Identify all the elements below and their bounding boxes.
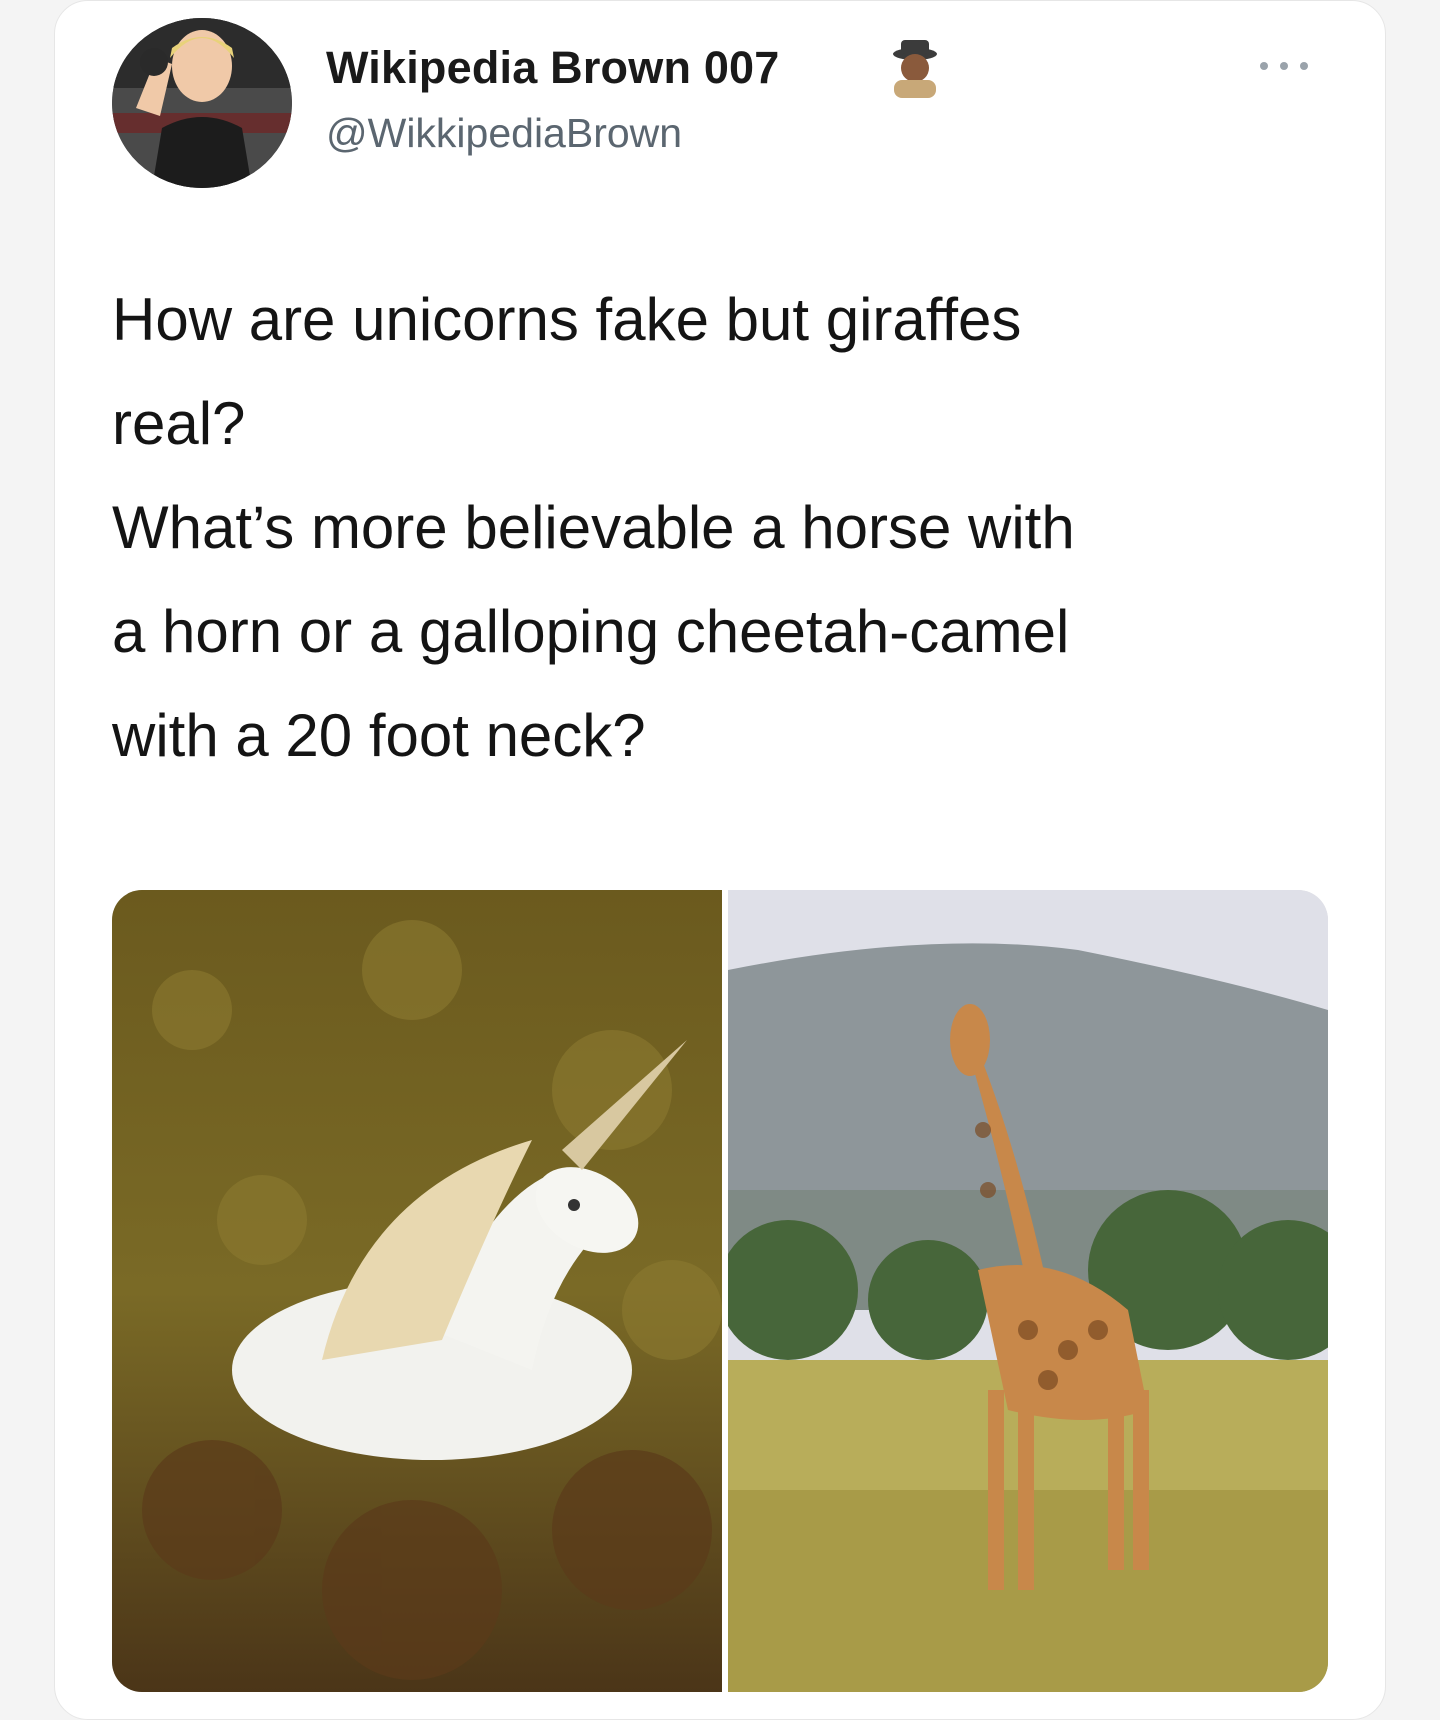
- avatar-image: [112, 18, 292, 188]
- tweet-text-line: a horn or a galloping cheetah-camel: [112, 598, 1070, 665]
- detective-emoji-icon: [886, 36, 944, 100]
- tweet-text-line: real?: [112, 390, 246, 457]
- giraffe-photo[interactable]: [728, 890, 1328, 1692]
- tweet-text-line: What’s more believable a horse with: [112, 494, 1075, 561]
- unicorn-photo[interactable]: [112, 890, 722, 1692]
- tweet-text: How are unicorns fake but giraffes real?…: [112, 268, 1332, 788]
- author-handle[interactable]: @WikkipediaBrown: [326, 110, 682, 157]
- tweet-text-line: with a 20 foot neck?: [112, 702, 646, 769]
- tweet-text-line: How are unicorns fake but giraffes: [112, 286, 1022, 353]
- tweet-media[interactable]: [112, 890, 1328, 1692]
- profile-avatar[interactable]: [112, 18, 292, 188]
- more-options-icon[interactable]: [1260, 60, 1308, 72]
- author-display-name[interactable]: Wikipedia Brown 007: [326, 42, 780, 94]
